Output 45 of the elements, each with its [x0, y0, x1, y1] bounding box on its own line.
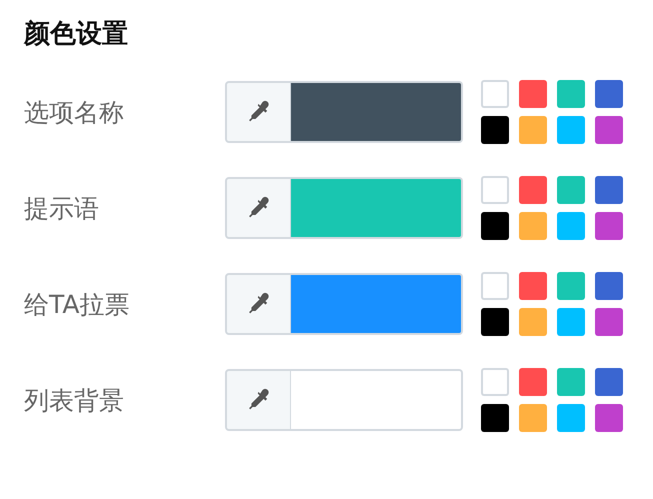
color-swatch[interactable] [481, 176, 509, 204]
color-swatch[interactable] [519, 116, 547, 144]
color-swatch[interactable] [481, 308, 509, 336]
eyedropper-button[interactable] [225, 81, 291, 143]
color-label: 选项名称 [24, 96, 125, 128]
color-swatch[interactable] [595, 212, 623, 240]
color-swatch[interactable] [595, 116, 623, 144]
color-swatch[interactable] [519, 212, 547, 240]
color-swatch[interactable] [557, 116, 585, 144]
color-swatch[interactable] [481, 404, 509, 432]
color-picker[interactable] [225, 177, 463, 239]
color-swatch[interactable] [557, 272, 585, 300]
color-swatch[interactable] [519, 272, 547, 300]
color-swatch[interactable] [557, 176, 585, 204]
eyedropper-button[interactable] [225, 369, 291, 431]
color-swatch[interactable] [481, 272, 509, 300]
color-swatch[interactable] [519, 80, 547, 108]
color-swatch[interactable] [595, 308, 623, 336]
color-swatch[interactable] [595, 272, 623, 300]
color-swatch[interactable] [519, 308, 547, 336]
color-swatch[interactable] [519, 176, 547, 204]
color-label: 列表背景 [24, 384, 125, 416]
color-picker[interactable] [225, 273, 463, 335]
color-swatch[interactable] [595, 176, 623, 204]
section-title: 颜色设置 [24, 18, 129, 51]
color-swatch[interactable] [595, 404, 623, 432]
color-swatch[interactable] [481, 116, 509, 144]
color-swatch[interactable] [519, 368, 547, 396]
color-swatch[interactable] [557, 404, 585, 432]
eyedropper-button[interactable] [225, 273, 291, 335]
color-swatch[interactable] [481, 80, 509, 108]
color-swatch[interactable] [481, 212, 509, 240]
color-label: 提示语 [24, 192, 100, 224]
color-swatch[interactable] [481, 368, 509, 396]
color-swatch[interactable] [557, 80, 585, 108]
color-swatch[interactable] [557, 308, 585, 336]
color-swatch[interactable] [595, 80, 623, 108]
color-picker[interactable] [225, 369, 463, 431]
color-swatch[interactable] [595, 368, 623, 396]
eyedropper-button[interactable] [225, 177, 291, 239]
color-picker[interactable] [225, 81, 463, 143]
color-swatch[interactable] [519, 404, 547, 432]
color-label: 给TA拉票 [24, 288, 130, 320]
color-swatch[interactable] [557, 212, 585, 240]
color-swatch[interactable] [557, 368, 585, 396]
